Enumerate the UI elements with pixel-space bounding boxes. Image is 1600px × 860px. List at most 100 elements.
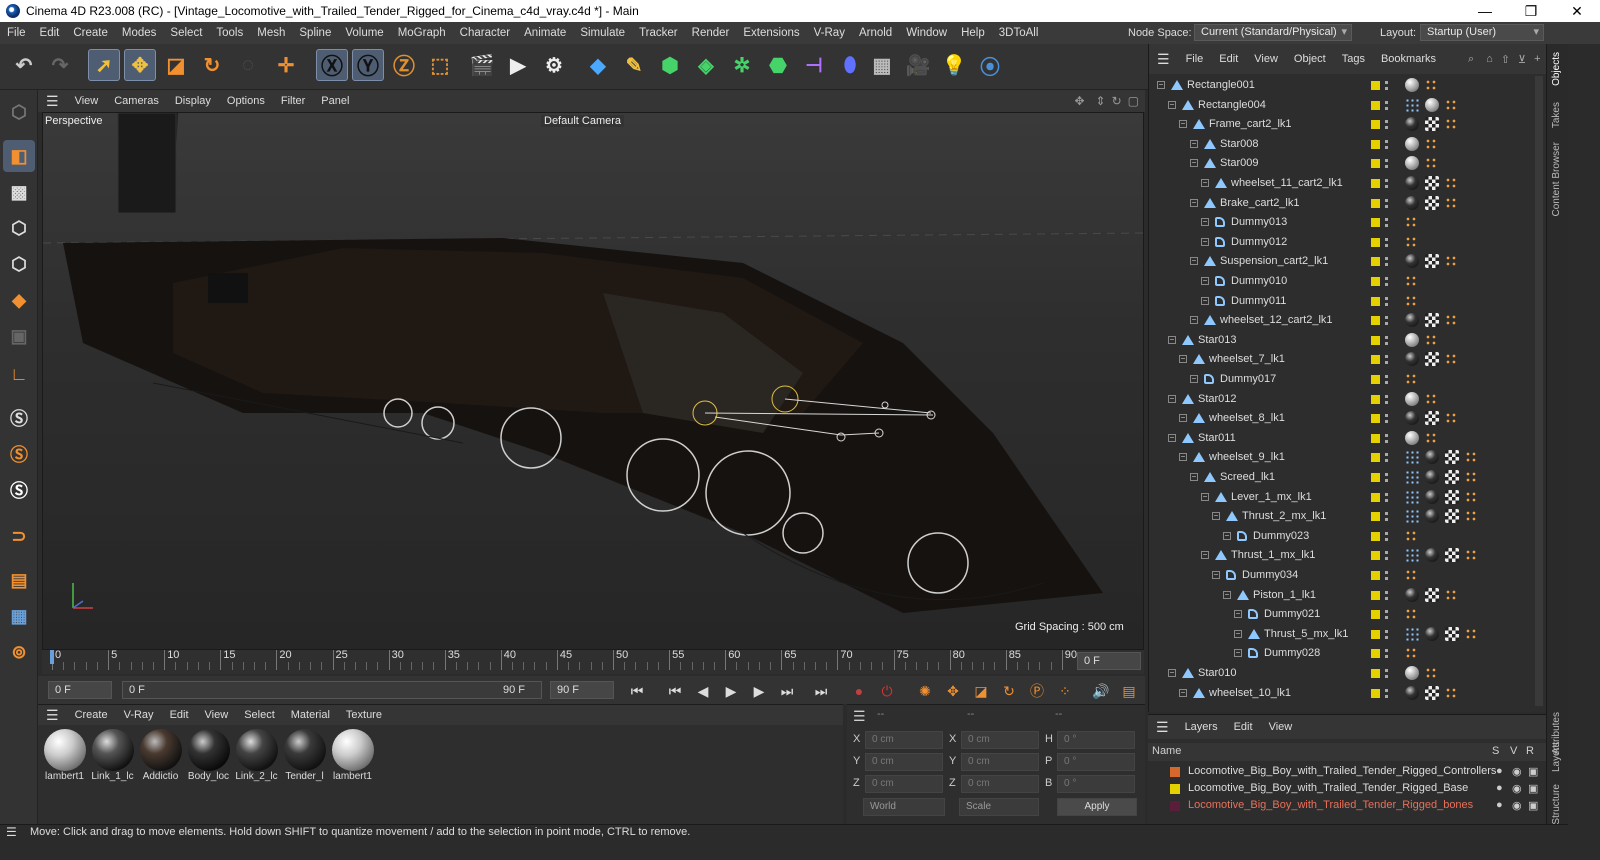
object-row[interactable]: − wheelset_7_lk1	[1149, 350, 1547, 370]
object-name[interactable]: Star012	[1198, 393, 1237, 405]
material-tag-icon[interactable]	[1405, 156, 1419, 171]
make-editable-icon[interactable]: ⬡	[3, 96, 35, 128]
ik-tag-icon[interactable]	[1405, 470, 1419, 484]
xpresso-tag-icon[interactable]	[1405, 373, 1417, 385]
expand-toggle-icon[interactable]: −	[1201, 237, 1209, 246]
render-icon[interactable]: ▣	[1528, 782, 1538, 795]
material-swatch[interactable]: Tender_l	[282, 727, 327, 785]
layer-color-swatch[interactable]	[1371, 669, 1380, 678]
coord-field[interactable]: 0 °	[1057, 731, 1135, 749]
material-tag-icon[interactable]	[1405, 117, 1419, 132]
layer-color-swatch[interactable]	[1371, 610, 1380, 620]
layer-color-swatch[interactable]	[1371, 590, 1380, 600]
layer-color-swatch[interactable]	[1170, 801, 1180, 811]
expand-toggle-icon[interactable]: −	[1157, 81, 1165, 89]
xpresso-tag-icon[interactable]	[1405, 608, 1417, 621]
material-tag-icon[interactable]	[1405, 391, 1419, 406]
object-name[interactable]: Lever_1_mx_lk1	[1231, 491, 1312, 503]
expand-toggle-icon[interactable]: −	[1168, 335, 1176, 344]
visibility-dots-icon[interactable]	[1385, 688, 1388, 698]
menu-file[interactable]: File	[0, 27, 33, 39]
material-tag-icon[interactable]	[1405, 411, 1419, 426]
uvw-tag-icon[interactable]	[1425, 117, 1439, 132]
visibility-dots-icon[interactable]	[1385, 139, 1388, 149]
material-swatch[interactable]: Link_1_lc	[90, 727, 135, 785]
layer-color-swatch[interactable]	[1371, 492, 1380, 502]
visibility-dots-icon[interactable]	[1385, 433, 1388, 443]
material-swatch[interactable]: lambert1	[42, 727, 87, 785]
coordinate-mode-dropdown[interactable]: World	[863, 798, 945, 816]
expand-toggle-icon[interactable]: −	[1201, 179, 1209, 187]
layer-color-swatch[interactable]	[1371, 257, 1380, 267]
model-mode-icon[interactable]: ◧	[3, 140, 35, 172]
layer-row[interactable]: Locomotive_Big_Boy_with_Trailed_Tender_R…	[1148, 797, 1546, 817]
timeline-window-icon[interactable]: ▤	[1118, 680, 1140, 702]
visibility-dots-icon[interactable]	[1385, 394, 1388, 404]
current-frame-field[interactable]: 0 F	[1077, 652, 1141, 670]
visible-eye-icon[interactable]: ◉	[1512, 782, 1522, 795]
object-name[interactable]: Dummy013	[1231, 216, 1287, 228]
python-icon[interactable]: ⦿	[974, 49, 1006, 81]
layout-dropdown[interactable]: Startup (User)	[1420, 24, 1544, 41]
uvw-tag-icon[interactable]	[1445, 548, 1459, 563]
filter-icon[interactable]: ⊻	[1514, 53, 1530, 66]
points-mode-icon[interactable]: ⬡	[3, 212, 35, 244]
cloner-icon[interactable]: ✲	[726, 49, 758, 81]
3d-viewport[interactable]: Perspective Default Camera Grid Spacing …	[42, 112, 1144, 650]
minimize-button[interactable]: —	[1462, 0, 1508, 22]
layer-color-swatch[interactable]	[1371, 296, 1380, 306]
tab-structure[interactable]: Structure	[1551, 784, 1562, 825]
camera-icon[interactable]: 🎥	[902, 49, 934, 81]
obj-menu-edit[interactable]: Edit	[1211, 53, 1246, 65]
coord-field[interactable]: 0 cm	[961, 775, 1039, 793]
object-row[interactable]: − Rectangle004	[1149, 96, 1547, 116]
ik-tag-icon[interactable]	[1405, 450, 1419, 465]
uv-mode-icon[interactable]: ▣	[3, 320, 35, 352]
expand-toggle-icon[interactable]: −	[1190, 198, 1198, 207]
uvw-tag-icon[interactable]	[1425, 313, 1439, 328]
visibility-dots-icon[interactable]	[1385, 237, 1388, 247]
object-row[interactable]: − Star008	[1149, 135, 1547, 155]
timeline-ruler[interactable]: 0 5 10 15 20 25 30 35 40 45 50 55 60 65 70 75 80 85 90	[42, 649, 1144, 674]
layer-color-swatch[interactable]	[1371, 433, 1380, 443]
ik-tag-icon[interactable]	[1405, 509, 1419, 524]
coord-field[interactable]: 0 °	[1057, 775, 1135, 793]
expand-toggle-icon[interactable]: −	[1190, 316, 1198, 325]
layer-color-swatch[interactable]	[1371, 394, 1380, 404]
object-row[interactable]: − Dummy028	[1149, 644, 1547, 664]
node-space-dropdown[interactable]: Current (Standard/Physical)	[1194, 24, 1352, 41]
expand-toggle-icon[interactable]: −	[1201, 492, 1209, 501]
layer-color-swatch[interactable]	[1371, 414, 1380, 424]
xpresso-tag-icon[interactable]	[1465, 451, 1477, 464]
menu-help[interactable]: Help	[954, 27, 992, 39]
xpresso-tag-icon[interactable]	[1425, 333, 1437, 346]
menu-edit[interactable]: Edit	[33, 27, 67, 39]
expand-toggle-icon[interactable]: −	[1179, 453, 1187, 462]
object-row[interactable]: − Dummy023	[1149, 527, 1547, 547]
next-frame-icon[interactable]: ▶	[748, 680, 770, 702]
scale-tool-icon[interactable]: ◪	[160, 49, 192, 81]
obj-menu-view[interactable]: View	[1246, 53, 1286, 65]
obj-menu-file[interactable]: File	[1178, 53, 1212, 65]
uvw-tag-icon[interactable]	[1445, 450, 1459, 465]
xpresso-tag-icon[interactable]	[1445, 177, 1457, 189]
expand-toggle-icon[interactable]: −	[1201, 218, 1209, 227]
expand-toggle-icon[interactable]: −	[1223, 531, 1231, 540]
vp-menu-cameras[interactable]: Cameras	[106, 95, 167, 107]
uvw-tag-icon[interactable]	[1425, 685, 1439, 700]
material-tag-icon[interactable]	[1425, 489, 1439, 504]
mat-menu-vray[interactable]: V-Ray	[116, 709, 162, 721]
visibility-dots-icon[interactable]	[1385, 571, 1388, 580]
render-picture-viewer-icon[interactable]: ▶	[502, 49, 534, 81]
mat-menu-edit[interactable]: Edit	[162, 709, 197, 721]
menu-character[interactable]: Character	[453, 27, 518, 39]
uvw-tag-icon[interactable]	[1425, 254, 1439, 269]
obj-menu-bookmarks[interactable]: Bookmarks	[1373, 53, 1444, 65]
object-row[interactable]: − wheelset_11_cart2_lk1	[1149, 174, 1547, 194]
layer-color-swatch[interactable]	[1371, 159, 1380, 169]
go-to-start-icon[interactable]: ⏮	[626, 680, 648, 702]
layer-menu-view[interactable]: View	[1261, 721, 1301, 733]
select-tool-icon[interactable]: ➚	[88, 49, 120, 81]
expand-toggle-icon[interactable]: −	[1168, 433, 1176, 442]
vp-menu-options[interactable]: Options	[219, 95, 273, 107]
